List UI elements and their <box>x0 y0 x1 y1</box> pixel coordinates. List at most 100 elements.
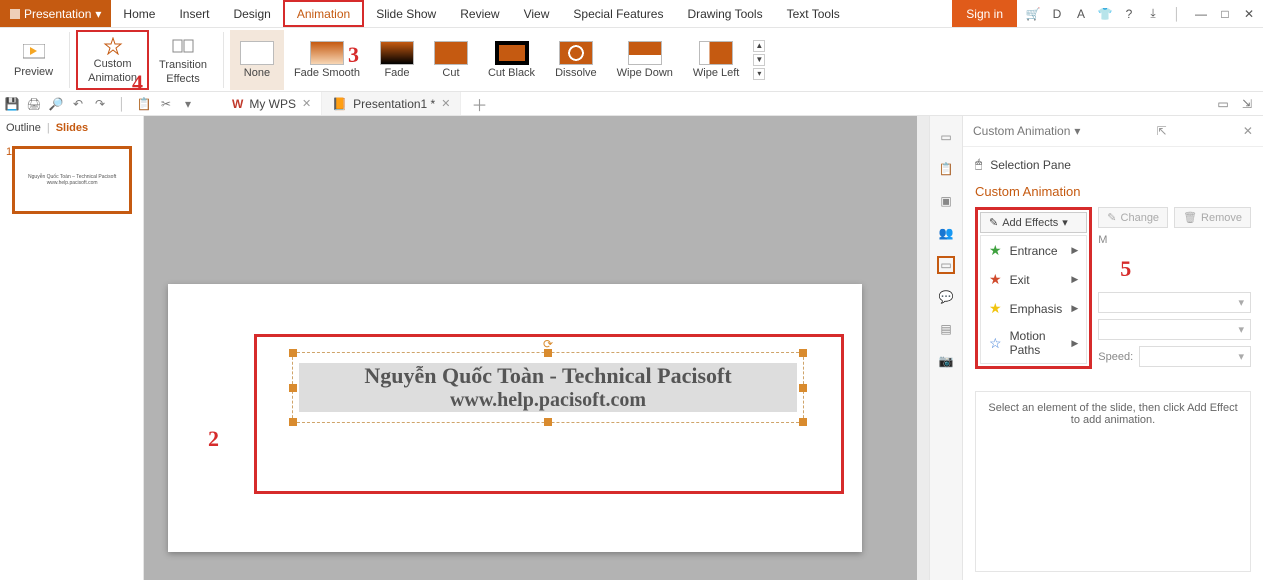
help-icon[interactable]: ? <box>1121 7 1137 21</box>
tab-home[interactable]: Home <box>111 0 167 27</box>
menu-entrance[interactable]: ★Entrance▶ <box>981 236 1086 265</box>
save-icon[interactable]: 💾 <box>4 97 20 111</box>
undo-icon[interactable]: ↶ <box>70 97 86 111</box>
transition-icon <box>169 35 197 57</box>
gallery-fade[interactable]: Fade <box>370 30 424 90</box>
people-icon[interactable]: 👥 <box>937 224 955 242</box>
print-icon[interactable]: 🖨 <box>26 97 42 111</box>
slide-thumbnail[interactable]: Nguyễn Quốc Toàn – Technical Pacisoft ww… <box>12 146 132 214</box>
app-name: Presentation <box>24 7 91 21</box>
transition-effects-button[interactable]: Transition Effects <box>149 30 217 90</box>
redo-icon[interactable]: ↷ <box>92 97 108 111</box>
gallery-wipe-left[interactable]: Wipe Left <box>683 30 749 90</box>
chevron-right-icon: ▶ <box>1071 303 1078 314</box>
card-icon[interactable]: ▭ <box>937 128 955 146</box>
menu-emphasis[interactable]: ★Emphasis▶ <box>981 294 1086 323</box>
resize-handle[interactable] <box>544 349 552 357</box>
more-icon[interactable]: ▾ <box>180 97 196 111</box>
gallery-cut[interactable]: Cut <box>424 30 478 90</box>
cart-icon[interactable]: 🛒 <box>1025 7 1041 21</box>
animation-pane-icon[interactable]: ▭ <box>937 256 955 274</box>
tab-texttools[interactable]: Text Tools <box>775 0 852 27</box>
doc-tab-presentation1[interactable]: 📙 Presentation1 * ✕ <box>322 92 461 115</box>
quick-access: 💾 🖨 🔎 ↶ ↷ │ 📋 ✂ ▾ W My WPS ✕ 📙 Presentat… <box>0 92 1263 116</box>
resize-handle[interactable] <box>289 384 297 392</box>
tab-drawing[interactable]: Drawing Tools <box>675 0 774 27</box>
selection-pane-link[interactable]: 🖱 Selection Pane <box>975 157 1251 172</box>
doc-tab-mywps[interactable]: W My WPS ✕ <box>222 92 322 115</box>
shirt-icon[interactable]: 👕 <box>1097 7 1113 21</box>
maximize-icon[interactable]: □ <box>1217 7 1233 21</box>
gallery-dissolve[interactable]: Dissolve <box>545 30 607 90</box>
tab-insert[interactable]: Insert <box>167 0 221 27</box>
app-menu[interactable]: Presentation ▾ <box>0 0 111 27</box>
resize-handle[interactable] <box>544 418 552 426</box>
menu-motion-paths[interactable]: ☆Motion Paths▶ <box>981 323 1086 363</box>
outline-tab[interactable]: Outline <box>6 122 41 134</box>
tab-animation[interactable]: Animation <box>283 0 364 27</box>
gallery-wipe-down[interactable]: Wipe Down <box>607 30 683 90</box>
chat-icon[interactable]: 💬 <box>937 288 955 306</box>
preview-icon[interactable]: 🔎 <box>48 97 64 111</box>
add-effects-button[interactable]: ✎ Add Effects ▾ <box>980 212 1087 233</box>
resize-handle[interactable] <box>799 349 807 357</box>
marker-5: 5 <box>1120 256 1131 282</box>
tab-slideshow[interactable]: Slide Show <box>364 0 448 27</box>
remove-button: 🗑Remove <box>1174 207 1251 228</box>
gallery-none[interactable]: None <box>230 30 284 90</box>
preview-button[interactable]: Preview <box>4 30 63 90</box>
textbox-selected[interactable]: Nguyễn Quốc Toàn - Technical Pacisoft ww… <box>292 352 804 423</box>
star-icon: ★ <box>989 271 1002 288</box>
note-icon[interactable]: ▤ <box>937 320 955 338</box>
logo-icon <box>10 9 20 19</box>
slide-panel: Outline | Slides 1 Nguyễn Quốc Toàn – Te… <box>0 116 144 580</box>
gallery-down-icon[interactable]: ▼ <box>753 54 765 66</box>
d-icon[interactable]: D <box>1049 7 1065 21</box>
tab-view[interactable]: View <box>512 0 562 27</box>
signin-button[interactable]: Sign in <box>952 0 1017 27</box>
slides-tab[interactable]: Slides <box>56 122 88 134</box>
tab-design[interactable]: Design <box>221 0 282 27</box>
minimize-icon[interactable]: — <box>1193 7 1209 21</box>
scissors-icon[interactable]: ✂ <box>158 97 174 111</box>
a-icon[interactable]: A <box>1073 7 1089 21</box>
resize-handle[interactable] <box>799 418 807 426</box>
close-pane-icon[interactable]: ✕ <box>1243 124 1253 138</box>
resize-handle[interactable] <box>289 349 297 357</box>
paste-icon[interactable]: 📋 <box>136 97 152 111</box>
text-line-1[interactable]: Nguyễn Quốc Toàn - Technical Pacisoft <box>299 363 797 389</box>
resize-handle[interactable] <box>289 418 297 426</box>
pin-icon[interactable]: ⇲ <box>1239 97 1255 111</box>
scrollbar-vertical[interactable] <box>917 116 929 580</box>
pin-icon[interactable]: ⇱ <box>1157 124 1167 138</box>
arrow-up-icon[interactable]: ⤓ <box>1145 6 1161 21</box>
menu-exit[interactable]: ★Exit▶ <box>981 265 1086 294</box>
gallery-more-icon[interactable]: ▾ <box>753 68 765 80</box>
change-button: ✎Change <box>1098 207 1168 228</box>
thumb-number: 1 <box>6 146 12 158</box>
tab-review[interactable]: Review <box>448 0 511 27</box>
new-tab-button[interactable]: ＋ <box>461 92 497 116</box>
tab-special[interactable]: Special Features <box>561 0 675 27</box>
gallery-cut-black[interactable]: Cut Black <box>478 30 545 90</box>
text-line-2[interactable]: www.help.pacisoft.com <box>299 389 797 412</box>
resize-handle[interactable] <box>799 384 807 392</box>
camera-icon[interactable]: 📷 <box>937 352 955 370</box>
close-tab-icon[interactable]: ✕ <box>441 97 450 110</box>
cursor-icon: 🖱 <box>975 157 982 172</box>
gallery-up-icon[interactable]: ▲ <box>753 40 765 52</box>
close-icon[interactable]: ✕ <box>1241 7 1257 21</box>
collapse-icon[interactable]: ▭ <box>1215 97 1231 111</box>
dropdown-caret-icon[interactable]: ▾ <box>1074 124 1080 138</box>
slide-canvas[interactable]: Nguyễn Quốc Toàn - Technical Pacisoft ww… <box>144 116 929 580</box>
wps-logo-icon: W <box>232 97 243 111</box>
separator <box>69 32 70 88</box>
custom-animation-icon <box>99 36 127 56</box>
close-tab-icon[interactable]: ✕ <box>302 97 311 110</box>
window-icon[interactable]: ▣ <box>937 192 955 210</box>
marker-3: 3 <box>348 42 359 68</box>
pencil-icon: ✎ <box>1107 211 1116 224</box>
clipboard-icon[interactable]: 📋 <box>937 160 955 178</box>
chevron-right-icon: ▶ <box>1071 245 1078 256</box>
divider-icon: │ <box>114 97 130 111</box>
